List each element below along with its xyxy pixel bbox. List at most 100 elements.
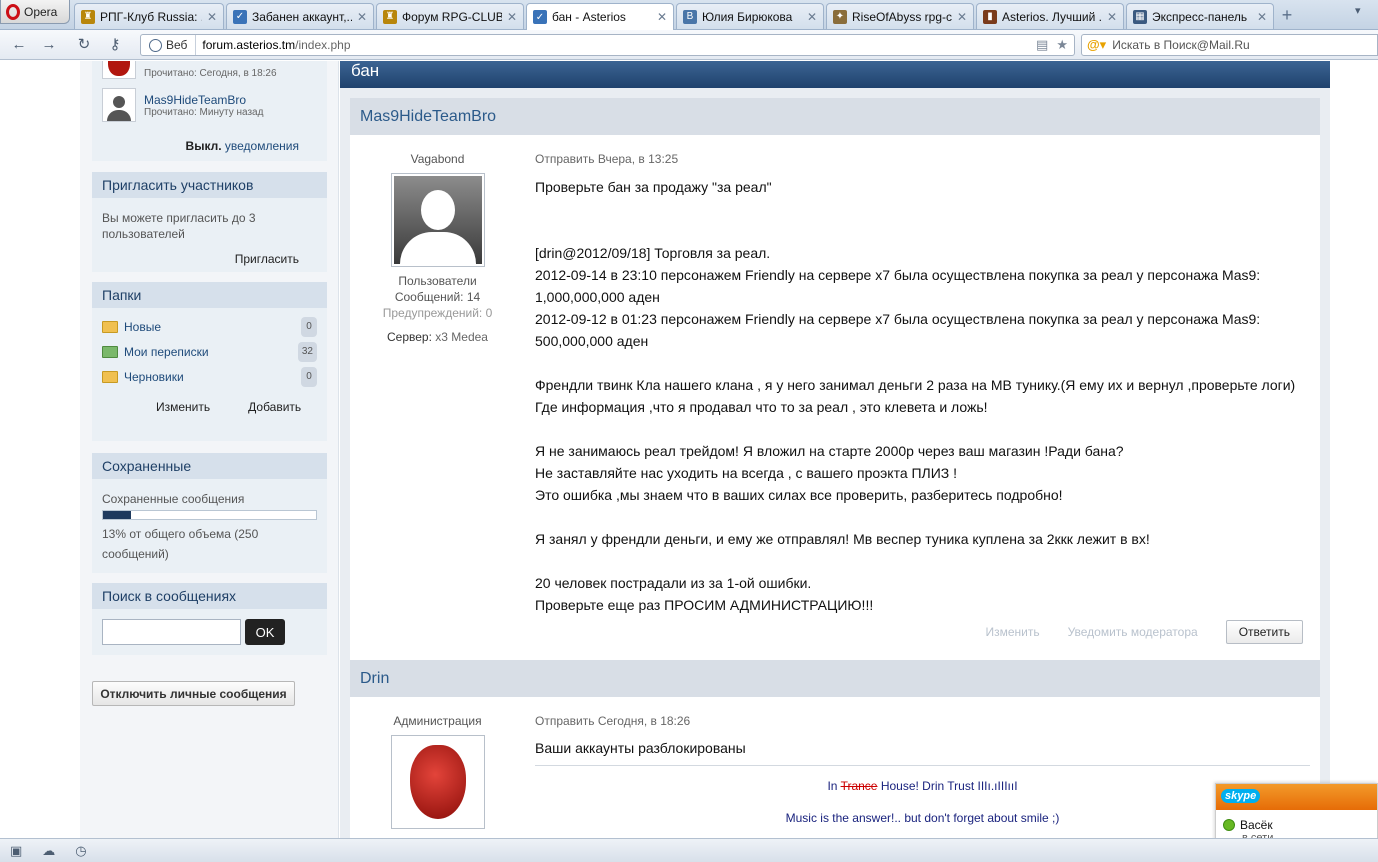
folder-name: Мои переписки: [124, 344, 209, 359]
folder-name: Новые: [124, 319, 162, 334]
close-tab-icon[interactable]: ✕: [657, 10, 667, 24]
post-author-header[interactable]: Mas9HideTeamBro: [350, 98, 1320, 135]
post: Drin Администрация Отправить Сегодня, в …: [350, 660, 1320, 838]
browser-tab-bar: Opera ♜ РПГ-Клуб Russia: ... ✕ ✓ Забанен…: [0, 0, 1378, 30]
close-tab-icon[interactable]: ✕: [207, 10, 217, 24]
page-content: Прочитано: Сегодня, в 18:26 Mas9HideTeam…: [0, 61, 1378, 838]
author-avatar[interactable]: [390, 173, 485, 267]
devil-avatar-icon: [108, 61, 130, 76]
invite-link[interactable]: Пригласить: [102, 251, 317, 267]
conversations-icon: [102, 345, 118, 358]
close-tab-icon[interactable]: ✕: [1257, 10, 1267, 24]
post-body: Ваши аккаунты разблокированы: [535, 737, 1310, 759]
opera-menu-label: Opera: [24, 4, 58, 19]
author-warnings: Предупреждений: 0: [382, 306, 493, 320]
browser-tab[interactable]: ▮ Asterios. Лучший ... ✕: [976, 3, 1124, 29]
post-date[interactable]: Отправить Сегодня, в 18:26: [535, 714, 690, 728]
post-author-header[interactable]: Drin: [350, 660, 1320, 697]
notifications-label: уведомления: [224, 139, 299, 153]
folder-count-badge: 32: [297, 341, 317, 362]
notifications-toggle[interactable]: Выкл. уведомления: [186, 139, 299, 153]
folder-item-drafts[interactable]: Черновики 0: [102, 364, 317, 389]
post-line: [535, 550, 1310, 572]
reply-button[interactable]: Ответить: [1225, 620, 1303, 644]
opera-menu-button[interactable]: Opera: [0, 0, 70, 24]
user-silhouette-icon: [420, 190, 455, 230]
post-line: Проверьте еще раз ПРОСИМ АДМИНИСТРАЦИЮ!!…: [535, 597, 874, 613]
browser-tab[interactable]: ▦ Экспресс-панель ✕: [1126, 3, 1274, 29]
post-line: Где информация ,что я продавал что то за…: [535, 399, 988, 415]
folders-box: Папки Новые 0 Мои переписки 32 Черновики…: [92, 282, 327, 441]
bookmark-star-icon[interactable]: ★: [1056, 37, 1068, 53]
rpg-club-icon: ♜: [383, 9, 397, 24]
server-name: x3 Medea: [435, 330, 488, 344]
riseofabyss-icon: ✦: [833, 9, 847, 24]
mailru-search-icon[interactable]: @▾: [1087, 37, 1106, 53]
address-bar[interactable]: Веб forum.asterios.tm/index.php ▤ ★: [140, 34, 1075, 56]
post-line: [535, 506, 1310, 528]
author-rank: Vagabond: [410, 152, 465, 166]
new-tab-button[interactable]: +: [1276, 4, 1298, 26]
browser-tab[interactable]: ♜ Форум RPG-CLUB... ✕: [376, 3, 524, 29]
post-date[interactable]: Отправить Вчера, в 13:25: [535, 152, 678, 166]
speed-dial-icon: ▦: [1133, 9, 1147, 24]
folder-item-conversations[interactable]: Мои переписки 32: [102, 339, 317, 364]
vk-icon: В: [683, 9, 697, 24]
rss-icon[interactable]: ▤: [1036, 37, 1048, 53]
url-path: /index.php: [295, 38, 351, 52]
browser-tab[interactable]: ♜ РПГ-Клуб Russia: ... ✕: [74, 3, 224, 29]
search-field[interactable]: @▾ Искать в Поиск@Mail.Ru: [1081, 34, 1378, 56]
web-badge[interactable]: Веб: [141, 35, 197, 55]
add-folder-link[interactable]: Добавить: [248, 399, 301, 415]
browser-tab[interactable]: ✦ RiseOfAbyss rpg-c... ✕: [826, 3, 974, 29]
close-tab-icon[interactable]: ✕: [507, 10, 517, 24]
search-ok-button[interactable]: OK: [245, 619, 285, 645]
reader-name[interactable]: Mas9HideTeamBro: [144, 93, 263, 107]
close-tab-icon[interactable]: ✕: [957, 10, 967, 24]
close-tab-icon[interactable]: ✕: [357, 10, 367, 24]
close-tab-icon[interactable]: ✕: [1107, 10, 1117, 24]
user-silhouette-icon: [113, 96, 125, 108]
saved-title: Сохраненные: [92, 453, 327, 479]
online-status-icon: [1223, 819, 1235, 831]
saved-label: Сохраненные сообщения: [102, 492, 245, 506]
folder-item-new[interactable]: Новые 0: [102, 314, 317, 339]
reload-icon[interactable]: ↻: [73, 35, 95, 55]
post-line: Я занял у френдли деньги, и ему же отпра…: [535, 531, 1150, 547]
message-search-input[interactable]: [102, 619, 241, 645]
folder-new-icon: [102, 320, 118, 333]
speed-dial-clock-icon[interactable]: ◷: [75, 843, 86, 859]
browser-tab[interactable]: В Юлия Бирюкова ✕: [676, 3, 824, 29]
key-icon[interactable]: ⚷: [104, 35, 126, 55]
reader-item[interactable]: Прочитано: Сегодня, в 18:26: [102, 61, 277, 79]
avatar: [102, 88, 136, 122]
author-group: Пользователи: [398, 274, 477, 288]
asterios-book-icon: ▮: [983, 9, 997, 24]
reader-read-time: Прочитано: Сегодня, в 18:26: [144, 67, 277, 79]
folder-count-badge: 0: [301, 316, 317, 337]
author-info: Администрация: [350, 714, 525, 829]
tab-menu-icon[interactable]: ▾: [1355, 4, 1361, 17]
post-line: Ваши аккаунты разблокированы: [535, 740, 746, 756]
rpg-club-icon: ♜: [81, 9, 95, 24]
report-moderator-link[interactable]: Уведомить модератора: [1068, 625, 1198, 639]
post-line: Я не занимаюсь реал трейдом! Я вложил на…: [535, 443, 1124, 459]
browser-tab[interactable]: ✓ Забанен аккаунт,... ✕: [226, 3, 374, 29]
sidebar: Прочитано: Сегодня, в 18:26 Mas9HideTeam…: [80, 61, 339, 838]
edit-folders-link[interactable]: Изменить: [156, 399, 210, 415]
forward-icon[interactable]: →: [38, 35, 60, 55]
opera-unite-icon[interactable]: ☁: [42, 843, 55, 859]
signature-text: In: [827, 779, 841, 793]
disable-pm-button[interactable]: Отключить личные сообщения: [92, 681, 295, 706]
reader-item[interactable]: Mas9HideTeamBro Прочитано: Минуту назад: [102, 88, 263, 122]
edit-post-link[interactable]: Изменить: [985, 625, 1039, 639]
url-text[interactable]: forum.asterios.tm/index.php: [196, 38, 1036, 52]
back-icon[interactable]: ←: [8, 35, 30, 55]
skype-contact-name: Васёк: [1240, 818, 1273, 832]
browser-status-bar: ▣ ☁ ◷: [0, 838, 1378, 862]
globe-icon: [149, 38, 162, 52]
panel-toggle-icon[interactable]: ▣: [10, 843, 22, 859]
author-avatar[interactable]: [390, 735, 485, 829]
browser-tab-active[interactable]: ✓ бан - Asterios ✕: [526, 3, 674, 30]
close-tab-icon[interactable]: ✕: [807, 10, 817, 24]
